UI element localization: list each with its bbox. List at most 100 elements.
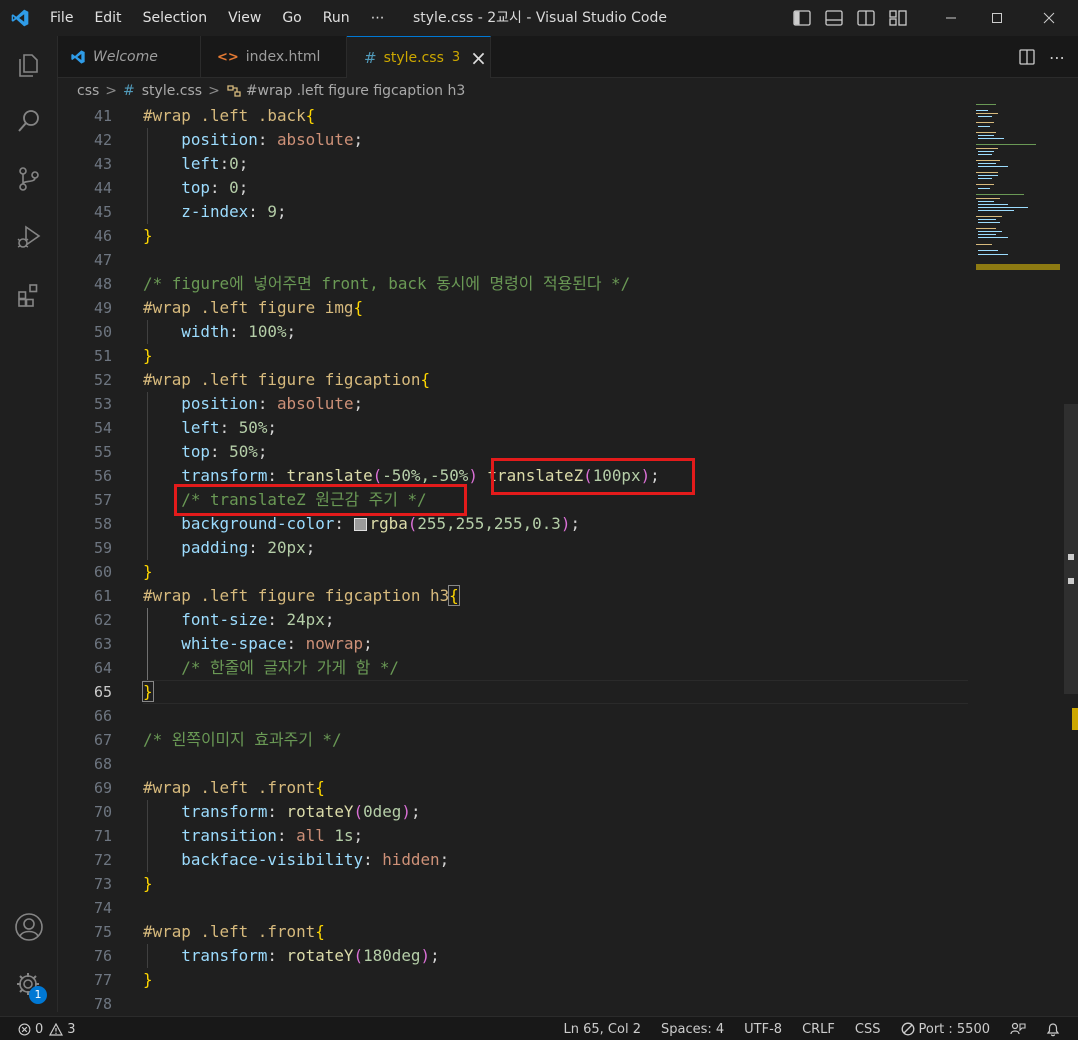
code-token: 0 <box>229 178 239 197</box>
eol-setting[interactable]: CRLF <box>792 1017 845 1040</box>
menu-view[interactable]: View <box>218 0 272 36</box>
line-number: 69 <box>93 779 112 797</box>
menu-bar: File Edit Selection View Go Run ⋯ <box>40 0 396 36</box>
status-bar: 0 3 Ln 65, Col 2 Spaces: 4 UTF-8 CRLF CS… <box>0 1016 1078 1040</box>
code-token: background-color <box>181 514 335 533</box>
line-number: 53 <box>93 395 112 413</box>
customize-layout-icon[interactable] <box>882 0 914 36</box>
extensions-icon[interactable] <box>0 266 58 324</box>
error-icon <box>18 1023 31 1036</box>
feedback-icon[interactable] <box>1000 1017 1036 1040</box>
breadcrumb-separator: > <box>208 83 220 99</box>
notifications-bell-icon[interactable] <box>1036 1017 1078 1040</box>
line-number: 48 <box>93 275 112 293</box>
split-editor-icon[interactable] <box>1012 49 1042 65</box>
minimize-button[interactable] <box>928 0 974 36</box>
close-window-button[interactable] <box>1020 0 1078 36</box>
selector-icon <box>226 84 242 98</box>
breadcrumb-folder[interactable]: css <box>77 83 99 99</box>
code-line-51: 51} <box>58 344 968 368</box>
color-swatch[interactable] <box>353 518 367 531</box>
code-token: white-space <box>181 634 287 653</box>
menu-edit[interactable]: Edit <box>84 0 132 36</box>
live-server-port[interactable]: Port : 5500 <box>891 1017 1001 1040</box>
code-line-49: 49 #wrap .left figure img{ <box>58 296 968 320</box>
scrollbar-marker <box>1068 578 1074 584</box>
code-line-62: 62 font-size: 24px; <box>58 608 968 632</box>
code-line-65: 65} <box>58 680 968 704</box>
tab-close-icon[interactable]: × <box>470 46 487 70</box>
port-icon <box>901 1022 915 1036</box>
code-line-41: 41 #wrap .left .back{ <box>58 104 968 128</box>
encoding-setting[interactable]: UTF-8 <box>734 1017 792 1040</box>
css-file-icon: # <box>123 83 135 99</box>
code-token: left <box>181 418 220 437</box>
scrollbar-thumb[interactable] <box>1064 404 1078 694</box>
tab-index-html[interactable]: <> index.html <box>201 36 347 78</box>
breadcrumb-file[interactable]: style.css <box>142 83 202 99</box>
problems-indicator[interactable]: 0 3 <box>18 1022 76 1037</box>
code-token: hidden <box>382 850 440 869</box>
line-number: 71 <box>93 827 112 845</box>
code-token: transform <box>181 802 268 821</box>
vertical-scrollbar[interactable] <box>1064 104 1078 1012</box>
code-line-59: 59 padding: 20px; <box>58 536 968 560</box>
code-token: all <box>296 826 325 845</box>
code-comment: /* figure에 넣어주면 front, back 동시에 명령이 적용된다… <box>143 274 631 293</box>
tab-label: style.css <box>383 49 444 66</box>
menu-selection[interactable]: Selection <box>133 0 219 36</box>
tab-style-css[interactable]: # style.css 3 × <box>347 36 491 78</box>
code-token: -50%,-50% <box>382 466 469 485</box>
language-mode[interactable]: CSS <box>845 1017 891 1040</box>
accounts-icon[interactable] <box>0 898 58 956</box>
code-token: } <box>143 226 153 245</box>
vscode-logo-icon <box>0 0 40 36</box>
code-token: transition <box>181 826 277 845</box>
code-line-52: 52 #wrap .left figure figcaption{ <box>58 368 968 392</box>
search-icon[interactable] <box>0 92 58 150</box>
code-token: { <box>353 298 364 317</box>
more-actions-icon[interactable]: ⋯ <box>1042 48 1072 67</box>
manage-gear-icon[interactable]: 1 <box>0 956 58 1014</box>
line-number: 59 <box>93 539 112 557</box>
code-token: position <box>181 394 258 413</box>
line-number: 72 <box>93 851 112 869</box>
scrollbar-marker <box>1068 554 1074 560</box>
tab-label: Welcome <box>93 49 158 65</box>
code-token: nowrap <box>305 634 364 653</box>
code-token: top <box>181 178 210 197</box>
indentation-setting[interactable]: Spaces: 4 <box>651 1017 734 1040</box>
minimap-viewport-highlight <box>976 264 1060 270</box>
line-number: 43 <box>93 155 112 173</box>
line-number: 42 <box>93 131 112 149</box>
menu-run[interactable]: Run <box>313 0 361 36</box>
menu-go[interactable]: Go <box>272 0 312 36</box>
breadcrumb-separator: > <box>105 83 118 99</box>
code-token: top <box>181 442 210 461</box>
toggle-secondary-sidebar-icon[interactable] <box>850 0 882 36</box>
breadcrumb-selector[interactable]: #wrap .left figure figcaption h3 <box>246 83 465 99</box>
toggle-primary-sidebar-icon[interactable] <box>786 0 818 36</box>
cursor-position[interactable]: Ln 65, Col 2 <box>554 1017 651 1040</box>
code-line-69: 69 #wrap .left .front{ <box>58 776 968 800</box>
maximize-button[interactable] <box>974 0 1020 36</box>
line-number: 55 <box>93 443 112 461</box>
breadcrumb: css > # style.css > #wrap .left figure f… <box>58 78 1078 104</box>
tab-welcome[interactable]: Welcome <box>58 36 201 78</box>
code-line-71: 71 transition: all 1s; <box>58 824 968 848</box>
problem-count-badge: 3 <box>451 50 461 65</box>
code-token: } <box>143 346 153 365</box>
line-number: 51 <box>93 347 112 365</box>
run-debug-icon[interactable] <box>0 208 58 266</box>
menu-file[interactable]: File <box>40 0 84 36</box>
annotation-box-comment <box>174 484 467 516</box>
toggle-panel-icon[interactable] <box>818 0 850 36</box>
minimap[interactable] <box>974 104 1064 274</box>
code-line-43: 43 left:0; <box>58 152 968 176</box>
source-control-icon[interactable] <box>0 150 58 208</box>
code-token: 1s <box>334 826 354 845</box>
explorer-icon[interactable] <box>0 36 58 94</box>
code-editor[interactable]: 41 #wrap .left .back{ 42 position: absolu… <box>58 104 1078 1012</box>
port-label: Port : 5500 <box>918 1021 991 1037</box>
code-line-48: 48 /* figure에 넣어주면 front, back 동시에 명령이 적용… <box>58 272 968 296</box>
